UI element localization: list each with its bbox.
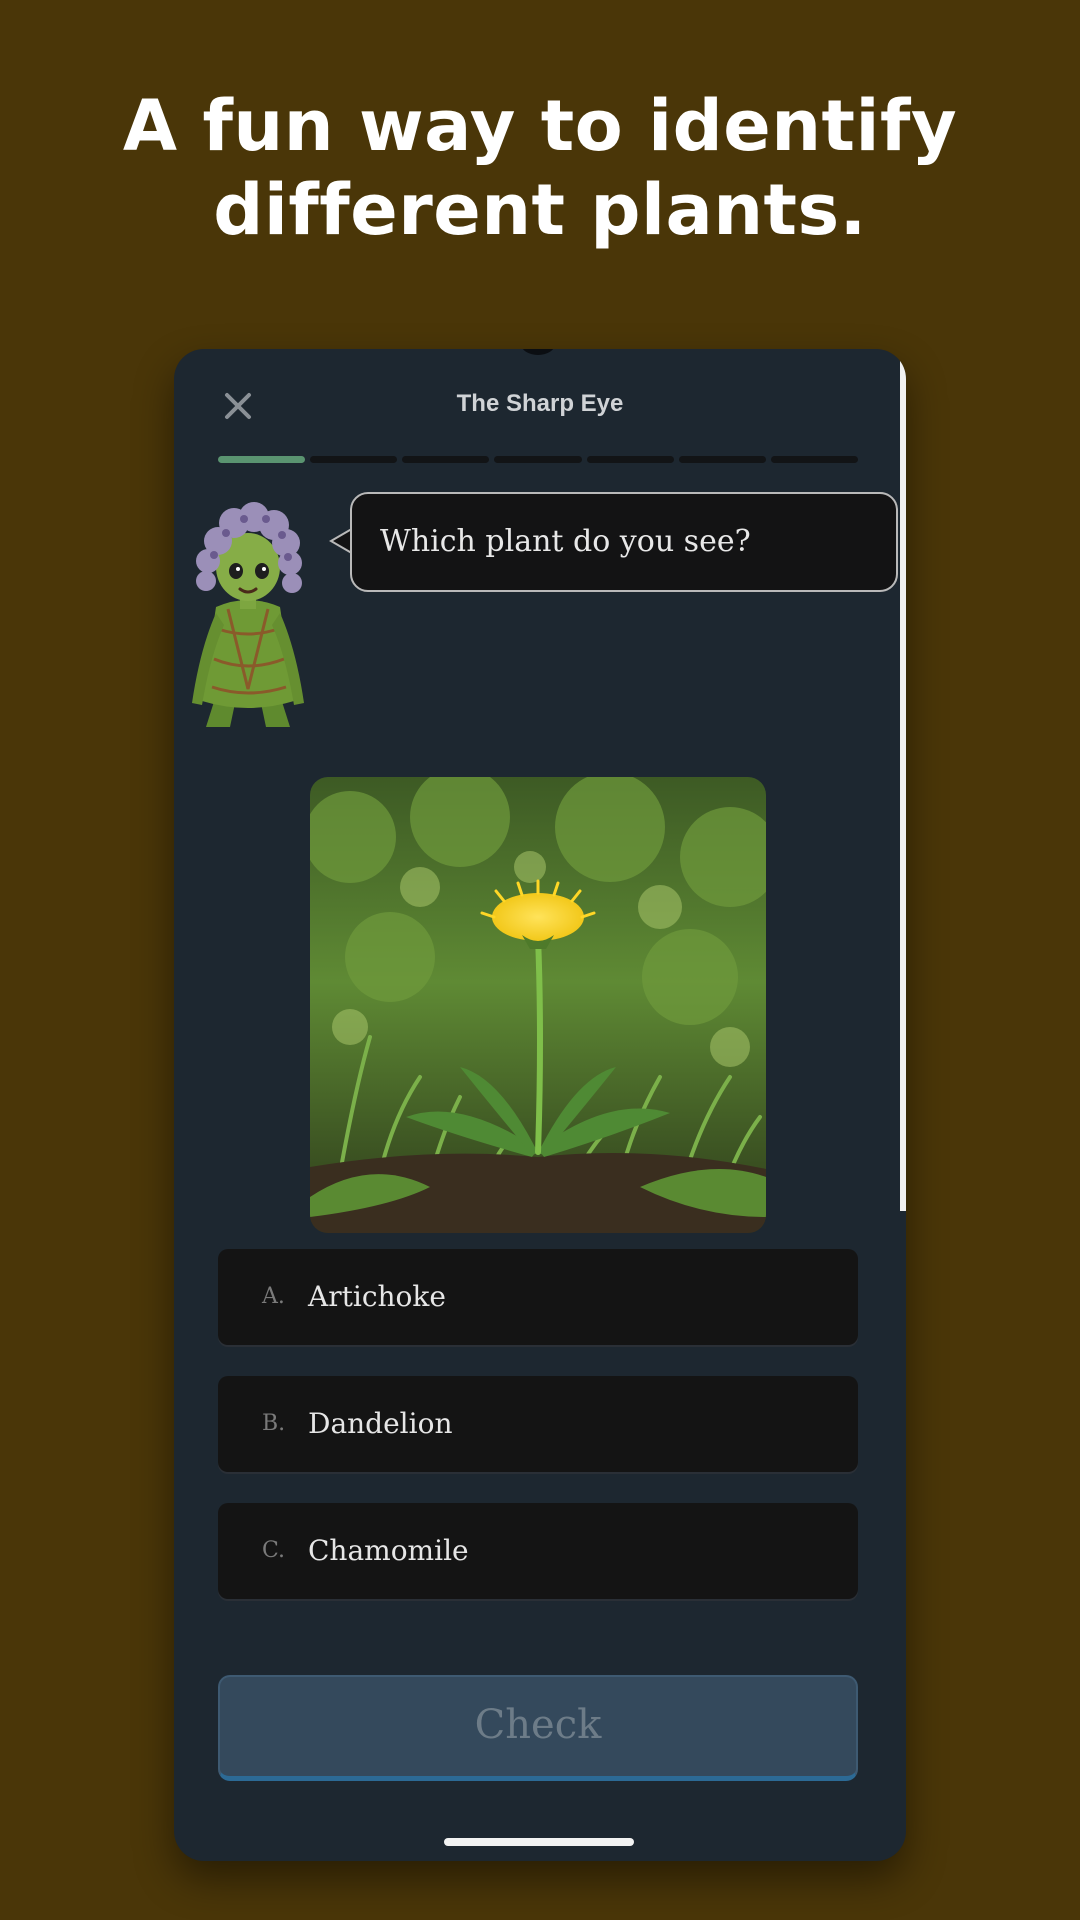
option-dandelion[interactable]: B. Dandelion <box>218 1376 858 1472</box>
progress-segment <box>310 456 398 463</box>
option-letter: C. <box>262 1538 286 1563</box>
progress-segment <box>678 456 766 463</box>
check-button[interactable]: Check <box>218 1675 858 1781</box>
promo-headline: A fun way to identify different plants. <box>0 84 1080 252</box>
headline-line-2: different plants. <box>213 169 867 251</box>
edge-strip <box>900 361 906 1211</box>
option-label: Chamomile <box>308 1534 469 1567</box>
progress-segment <box>402 456 490 463</box>
question-prompt: Which plant do you see? <box>380 524 751 559</box>
progress-segment <box>770 456 858 463</box>
app-title: The Sharp Eye <box>456 390 624 417</box>
option-letter: B. <box>262 1411 286 1436</box>
progress-segment <box>218 456 306 463</box>
option-label: Dandelion <box>308 1407 453 1440</box>
dandelion-photo <box>310 777 766 1233</box>
progress-segment <box>586 456 674 463</box>
answer-options: A. Artichoke B. Dandelion C. Chamomile <box>218 1249 858 1630</box>
option-chamomile[interactable]: C. Chamomile <box>218 1503 858 1599</box>
progress-bar <box>218 456 858 464</box>
option-artichoke[interactable]: A. Artichoke <box>218 1249 858 1345</box>
plant-sprite-mascot <box>192 502 304 727</box>
phone-screen: The Sharp Eye Which plant do you see? A.… <box>174 349 906 1861</box>
headline-line-1: A fun way to identify <box>122 85 958 167</box>
progress-segment <box>494 456 582 463</box>
option-label: Artichoke <box>308 1280 446 1313</box>
home-indicator[interactable] <box>444 1838 634 1846</box>
camera-notch <box>521 349 555 355</box>
option-letter: A. <box>262 1284 285 1309</box>
speech-bubble: Which plant do you see? <box>350 492 898 592</box>
